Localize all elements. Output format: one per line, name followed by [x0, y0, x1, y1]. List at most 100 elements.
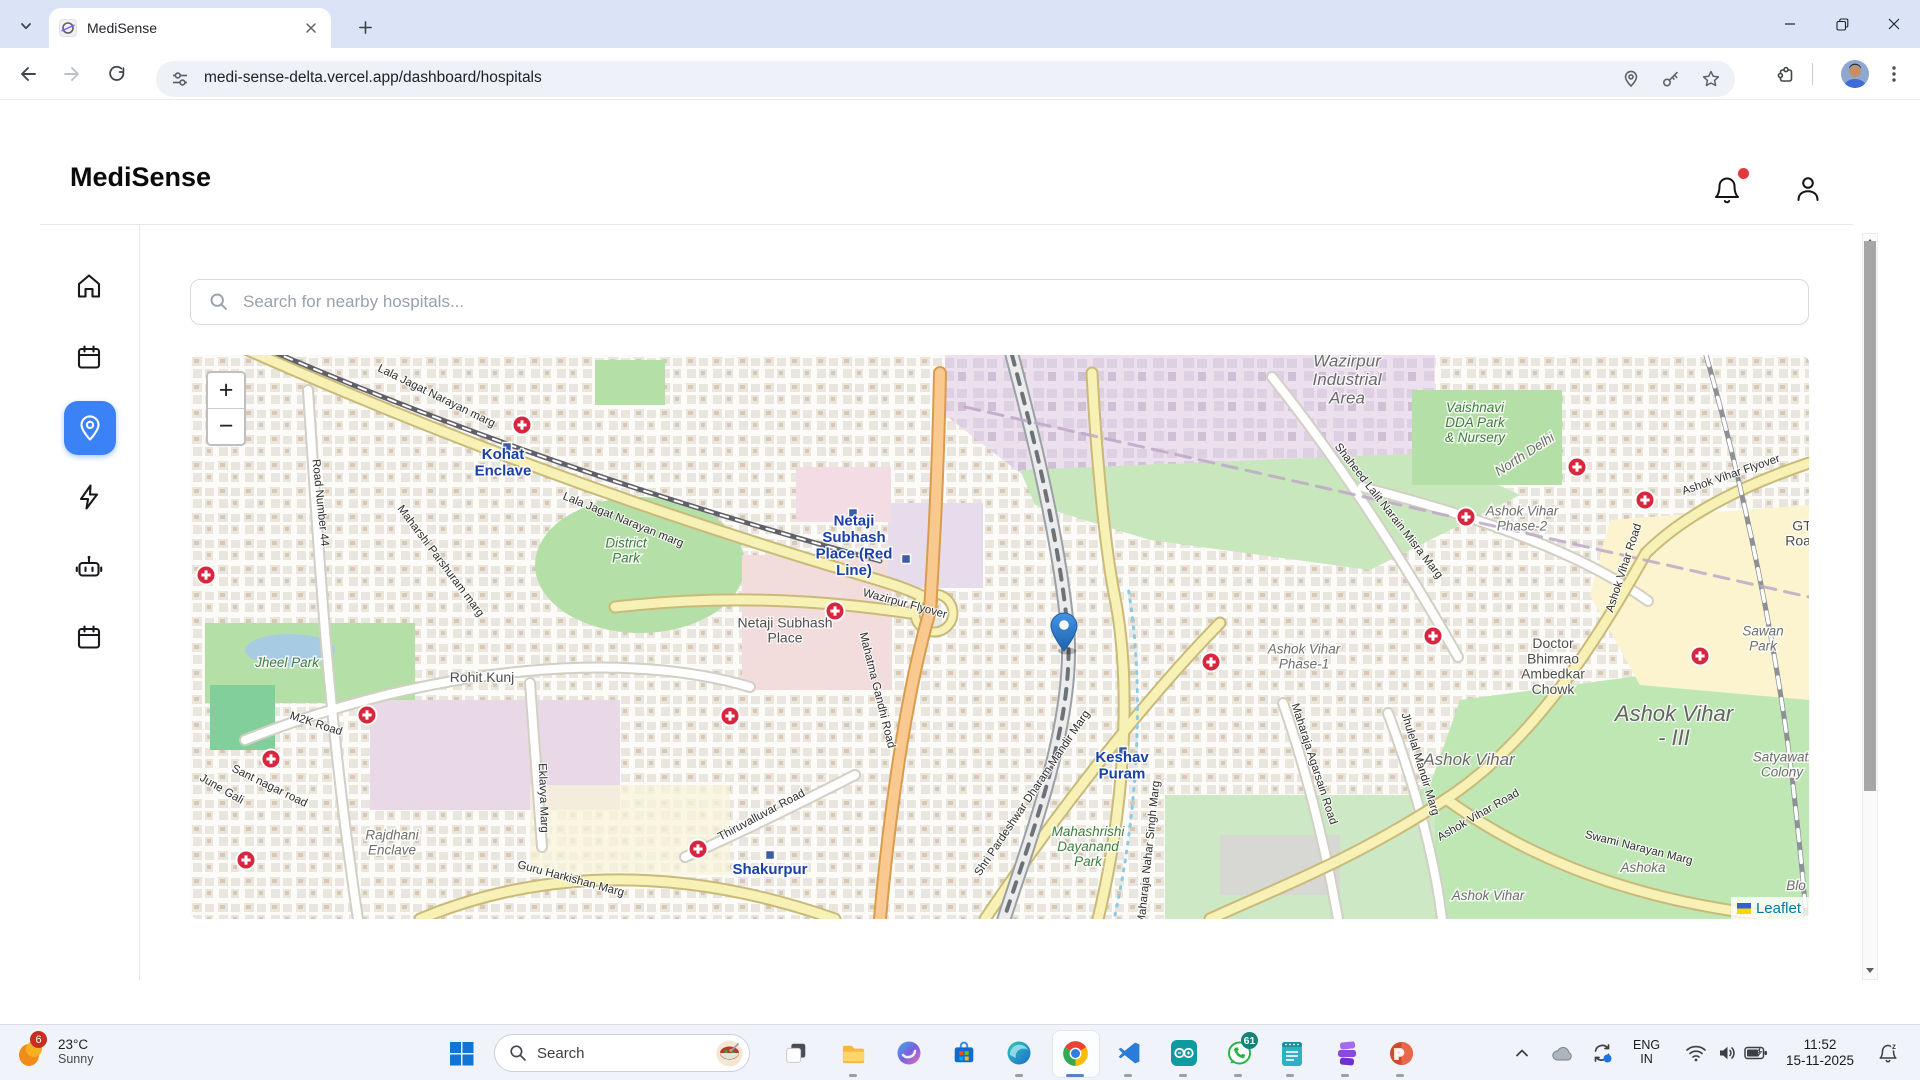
- forward-button[interactable]: [62, 64, 82, 84]
- running-indicator: [849, 1074, 857, 1077]
- tray-expand-button[interactable]: [1508, 1039, 1536, 1067]
- running-indicator: [1396, 1074, 1404, 1077]
- hospital-marker[interactable]: [689, 840, 708, 859]
- hospital-marker[interactable]: [1636, 491, 1655, 510]
- clock-date: 15-11-2025: [1765, 1053, 1875, 1069]
- zoom-in-button[interactable]: +: [208, 373, 244, 409]
- tab-search-button[interactable]: [15, 15, 37, 37]
- minimize-button[interactable]: [1764, 0, 1816, 48]
- file-explorer-button[interactable]: [839, 1039, 867, 1067]
- site-info-icon[interactable]: [170, 69, 190, 89]
- running-indicator: [1179, 1074, 1187, 1077]
- search-icon: [509, 1044, 527, 1062]
- arduino-button[interactable]: [1170, 1039, 1198, 1067]
- microsoft-store-button[interactable]: [950, 1039, 978, 1067]
- hospital-marker[interactable]: [1457, 508, 1476, 527]
- task-view-button[interactable]: [782, 1039, 810, 1067]
- sidebar-item-appointments[interactable]: [74, 342, 104, 372]
- hospital-marker[interactable]: [237, 851, 256, 870]
- map-label: Ashok Vihar: [1422, 750, 1516, 769]
- sidebar-item-hospitals-active[interactable]: [64, 401, 116, 455]
- profile-button[interactable]: [1794, 174, 1822, 204]
- stack-app-button[interactable]: [1333, 1039, 1361, 1067]
- password-key-icon[interactable]: [1661, 69, 1681, 89]
- avatar-image: [1841, 60, 1869, 88]
- taskbar-search[interactable]: Search: [494, 1034, 750, 1072]
- wifi-tray-icon[interactable]: [1682, 1039, 1710, 1067]
- vscode-button[interactable]: [1115, 1039, 1143, 1067]
- weather-widget[interactable]: 6 23°C Sunny: [14, 1031, 93, 1071]
- edge-button[interactable]: [1005, 1039, 1033, 1067]
- attribution-link[interactable]: Leaflet: [1756, 900, 1801, 917]
- user-icon: [1794, 174, 1822, 204]
- extensions-button[interactable]: [1776, 64, 1796, 84]
- zoom-out-button[interactable]: −: [208, 409, 244, 444]
- map-label: Ashoka: [1619, 860, 1666, 875]
- hospital-marker[interactable]: [1568, 458, 1587, 477]
- onedrive-tray-icon[interactable]: [1548, 1039, 1576, 1067]
- scroll-down-icon[interactable]: [1866, 967, 1874, 975]
- close-window-button[interactable]: [1868, 0, 1920, 48]
- reload-button[interactable]: [107, 64, 127, 84]
- vscode-icon: [1116, 1040, 1142, 1066]
- window-controls: [1764, 0, 1920, 48]
- search-highlight-image[interactable]: [716, 1040, 743, 1067]
- browser-tab[interactable]: MediSense: [49, 8, 331, 48]
- map-label: VaishnaviDDA Park& Nursery: [1445, 400, 1506, 445]
- copilot-button[interactable]: [895, 1039, 923, 1067]
- sidebar-item-assistant[interactable]: [74, 552, 104, 582]
- sidebar-item-quick-actions[interactable]: [74, 482, 104, 512]
- hospital-marker[interactable]: [826, 602, 845, 621]
- page-scrollbar[interactable]: [1862, 233, 1878, 980]
- scrollbar-thumb[interactable]: [1864, 241, 1876, 791]
- powerpoint-button[interactable]: P: [1387, 1039, 1415, 1067]
- hospital-marker[interactable]: [1424, 627, 1443, 646]
- close-icon: [306, 23, 316, 33]
- url-bar[interactable]: medi-sense-delta.vercel.app/dashboard/ho…: [156, 61, 1735, 97]
- language-indicator[interactable]: ENG IN: [1633, 1038, 1660, 1066]
- chrome-button[interactable]: [1061, 1039, 1089, 1067]
- bookmark-star-icon[interactable]: [1701, 69, 1721, 89]
- browser-menu-button[interactable]: [1885, 64, 1903, 84]
- notepad-icon: [1280, 1040, 1304, 1067]
- language-line2: IN: [1633, 1052, 1660, 1066]
- toolbar-divider: [1812, 63, 1813, 85]
- hospital-marker[interactable]: [358, 706, 377, 725]
- sidebar-item-schedule[interactable]: [74, 622, 104, 652]
- svg-text:z: z: [1892, 1042, 1896, 1051]
- sync-tray-icon[interactable]: [1588, 1039, 1616, 1067]
- sidebar: [0, 225, 140, 980]
- hospital-marker[interactable]: [1691, 647, 1710, 666]
- leaflet-map[interactable]: KohatEnclaveNetajiSubhashPlace (RedLine)…: [190, 355, 1809, 919]
- taskbar-search-label: Search: [537, 1045, 585, 1062]
- profile-avatar[interactable]: [1841, 60, 1869, 88]
- taskbar-clock[interactable]: 11:52 15-11-2025: [1765, 1037, 1875, 1069]
- running-indicator: [1234, 1074, 1242, 1077]
- notifications-button[interactable]: [1712, 174, 1742, 206]
- hospital-marker[interactable]: [197, 566, 216, 585]
- hospital-marker[interactable]: [1202, 653, 1221, 672]
- hospital-marker[interactable]: [513, 416, 532, 435]
- back-button[interactable]: [18, 64, 38, 84]
- tab-close-button[interactable]: [301, 18, 321, 38]
- whatsapp-button[interactable]: 61: [1225, 1039, 1253, 1067]
- maximize-button[interactable]: [1816, 0, 1868, 48]
- volume-tray-icon[interactable]: [1713, 1039, 1741, 1067]
- notification-center-button[interactable]: z: [1874, 1039, 1902, 1067]
- hospital-marker[interactable]: [721, 707, 740, 726]
- hospital-search-input[interactable]: [241, 291, 1808, 313]
- hospital-marker[interactable]: [262, 750, 281, 769]
- location-permission-icon[interactable]: [1621, 69, 1641, 89]
- svg-text:P: P: [1394, 1046, 1403, 1061]
- screen: MediSense medi-sense-delta.vercel.app/da…: [0, 0, 1920, 1080]
- map-container[interactable]: KohatEnclaveNetajiSubhashPlace (RedLine)…: [190, 355, 1809, 919]
- site-favicon: [59, 19, 77, 37]
- url-text[interactable]: medi-sense-delta.vercel.app/dashboard/ho…: [204, 69, 542, 87]
- hospital-search-box[interactable]: [190, 279, 1809, 325]
- notepad-button[interactable]: [1278, 1039, 1306, 1067]
- sidebar-item-home[interactable]: [74, 271, 104, 301]
- start-button[interactable]: [447, 1039, 475, 1067]
- browser-tab-strip: MediSense: [0, 0, 1920, 48]
- new-tab-button[interactable]: [352, 14, 378, 40]
- clock-time: 11:52: [1765, 1037, 1875, 1053]
